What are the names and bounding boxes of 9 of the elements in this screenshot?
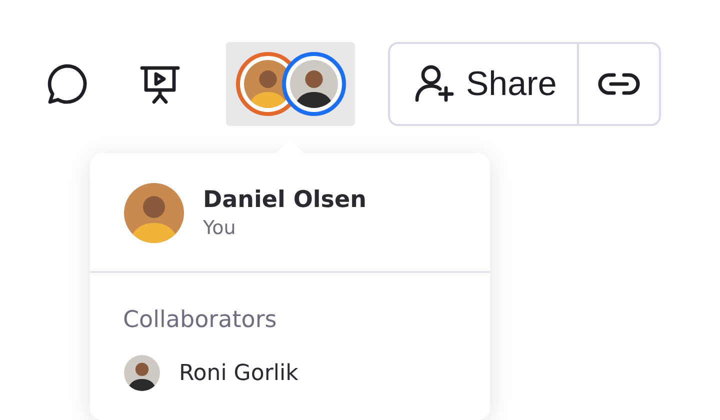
collaborator-name[interactable]: Roni Gorlik [179, 360, 298, 386]
user-name: Daniel Olsen [203, 187, 366, 213]
user-note: You [203, 217, 237, 239]
share-button[interactable]: Share [390, 44, 579, 124]
avatar-icon [124, 355, 160, 391]
section-title: Collaborators [122, 306, 278, 333]
avatar-icon [290, 60, 338, 108]
avatar-group[interactable] [226, 42, 355, 126]
speech-bubble-icon [45, 62, 89, 106]
